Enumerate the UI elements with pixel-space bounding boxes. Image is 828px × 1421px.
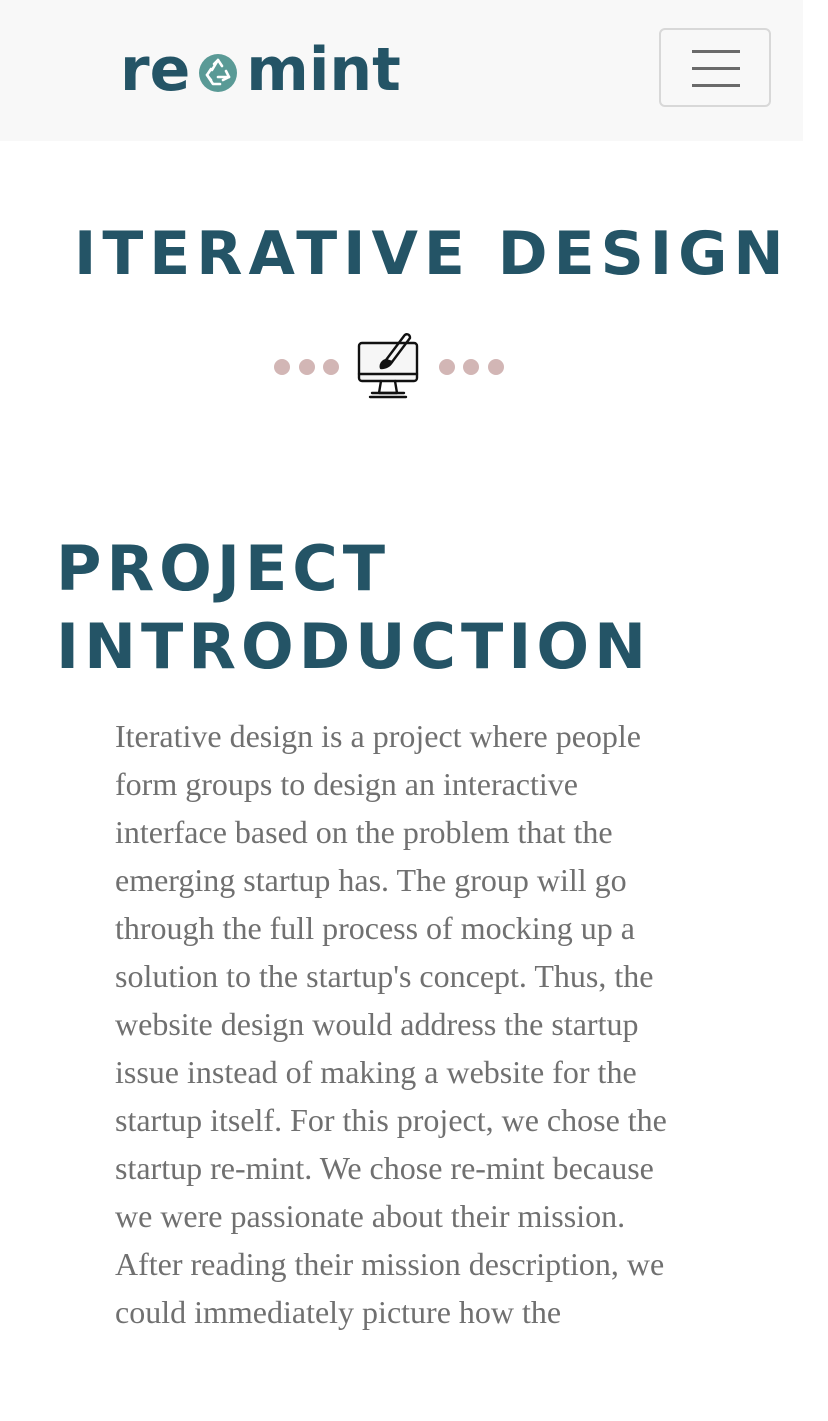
section-heading-line: PROJECT xyxy=(56,532,391,605)
divider-dot xyxy=(439,359,455,375)
title-divider xyxy=(272,330,508,402)
logo-text-mint: mint xyxy=(246,35,401,105)
divider-dot xyxy=(488,359,504,375)
navbar: re mint xyxy=(0,0,803,141)
page-title: ITERATIVE DESIGN xyxy=(74,219,790,289)
section-heading: PROJECT INTRODUCTION xyxy=(56,530,756,686)
logo-text-re: re xyxy=(120,35,191,105)
hamburger-menu-icon-bar xyxy=(692,67,740,70)
divider-dot xyxy=(299,359,315,375)
hamburger-menu-icon xyxy=(692,50,740,53)
divider-dot xyxy=(323,359,339,375)
brand-logo[interactable]: re mint xyxy=(120,38,401,102)
hamburger-menu-button[interactable] xyxy=(659,28,771,107)
recycle-icon xyxy=(199,54,238,92)
hamburger-menu-icon-bar xyxy=(692,84,740,87)
divider-dot xyxy=(274,359,290,375)
project-introduction-text: Iterative design is a project where peop… xyxy=(115,718,667,1330)
computer-design-icon xyxy=(357,333,419,399)
divider-dot xyxy=(463,359,479,375)
section-heading-line: INTRODUCTION xyxy=(56,610,651,683)
